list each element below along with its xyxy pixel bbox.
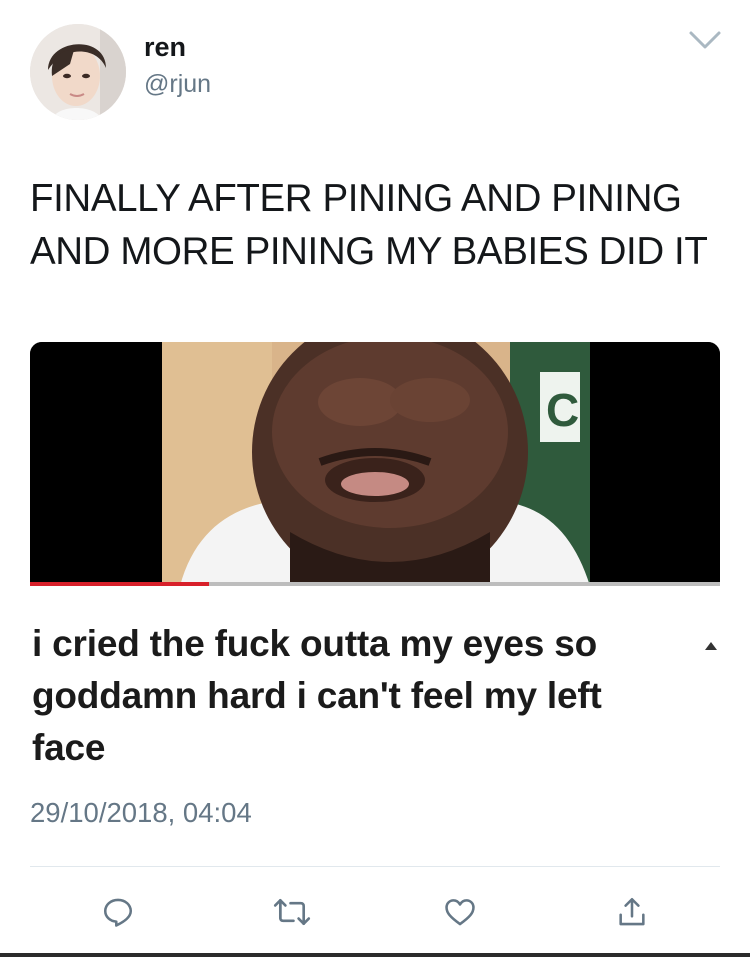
retweet-button[interactable] xyxy=(268,888,316,936)
video-still-image: C xyxy=(30,342,720,586)
retweet-icon xyxy=(273,898,311,926)
meme-caption: i cried the fuck outta my eyes so goddam… xyxy=(32,623,602,768)
triangle-up-icon xyxy=(704,638,718,650)
divider xyxy=(30,866,720,867)
display-name[interactable]: ren xyxy=(144,32,186,63)
reply-button[interactable] xyxy=(94,888,142,936)
reply-icon xyxy=(103,898,133,927)
share-button[interactable] xyxy=(608,888,656,936)
chevron-down-icon[interactable] xyxy=(688,28,722,52)
tweet-timestamp[interactable]: 29/10/2018, 04:04 xyxy=(30,797,252,829)
video-frame[interactable]: C xyxy=(30,342,720,586)
video-progress-bar[interactable] xyxy=(30,582,720,586)
bottom-border xyxy=(0,953,750,957)
avatar[interactable] xyxy=(30,24,126,120)
user-handle[interactable]: @rjun xyxy=(144,70,211,99)
avatar-photo-icon xyxy=(30,24,126,120)
tweet-actions xyxy=(0,888,750,936)
video-progress-fill xyxy=(30,582,210,586)
tweet-media[interactable]: C i cried the fuck outta my eyes so godd… xyxy=(30,342,720,778)
tweet-text: FINALLY AFTER PINING AND PINING AND MORE… xyxy=(30,177,708,273)
svg-text:C: C xyxy=(546,384,579,436)
heart-icon xyxy=(445,899,475,926)
share-icon xyxy=(619,897,645,926)
like-button[interactable] xyxy=(436,888,484,936)
